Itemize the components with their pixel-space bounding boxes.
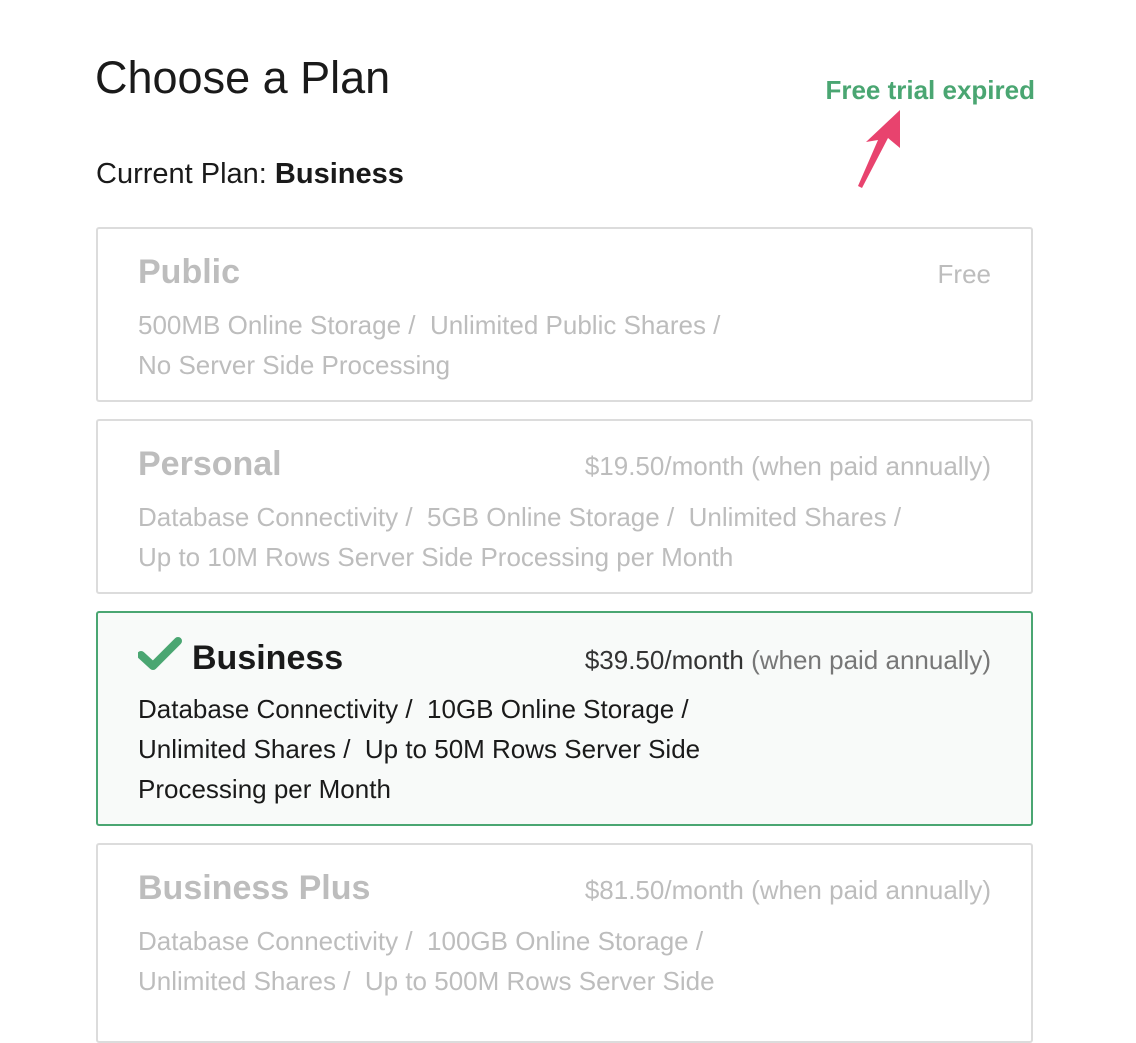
plan-card-business-plus[interactable]: Business Plus $81.50/month (when paid ann…	[96, 843, 1033, 1043]
plan-card-public[interactable]: Public Free 500MB Online Storage / Unlimi…	[96, 227, 1033, 402]
checkmark-icon	[138, 637, 182, 670]
plan-features: Processing per Month	[138, 774, 391, 804]
price-note: (when paid annually)	[743, 451, 991, 481]
plan-price: $19.50/month (when paid annually)	[585, 451, 991, 482]
page-title: Choose a Plan	[95, 52, 391, 103]
plan-features: Up to 10M Rows Server Side Processing pe…	[138, 542, 734, 572]
plan-name: Business	[192, 639, 344, 677]
current-plan: Current Plan: Business	[96, 158, 404, 191]
price-amount: $81.50/month	[584, 875, 744, 905]
plan-features: Database Connectivity / 10GB Online Stor…	[138, 694, 689, 724]
plan-price: Free	[937, 259, 991, 289]
price-note: (when paid annually)	[743, 645, 991, 675]
current-plan-label: Current Plan:	[96, 158, 267, 190]
price-amount: $19.50/month	[584, 451, 744, 481]
current-plan-value: Business	[274, 158, 404, 190]
plan-features: Unlimited Shares / Up to 50M Rows Server…	[138, 734, 701, 764]
plan-price: $39.50/month (when paid annually)	[585, 645, 991, 676]
price-note: (when paid annually)	[743, 875, 991, 905]
plan-name: Business Plus	[138, 869, 371, 907]
plan-card-personal[interactable]: Personal $19.50/month (when paid annually…	[96, 419, 1033, 594]
plan-features: Database Connectivity / 5GB Online Stora…	[138, 502, 902, 532]
plan-card-business[interactable]: Business $39.50/month (when paid annually…	[96, 611, 1033, 826]
plan-features: 500MB Online Storage / Unlimited Public …	[138, 310, 721, 340]
plan-features: Unlimited Shares / Up to 500M Rows Serve…	[138, 966, 715, 996]
plan-name: Personal	[138, 445, 282, 483]
plan-name: Public	[138, 253, 241, 291]
annotation-arrow-icon	[858, 110, 900, 188]
plan-price: $81.50/month (when paid annually)	[585, 875, 991, 906]
plan-features: No Server Side Processing	[138, 350, 451, 380]
price-amount: $39.50/month	[584, 645, 744, 675]
plan-features: Database Connectivity / 100GB Online Sto…	[138, 926, 704, 956]
